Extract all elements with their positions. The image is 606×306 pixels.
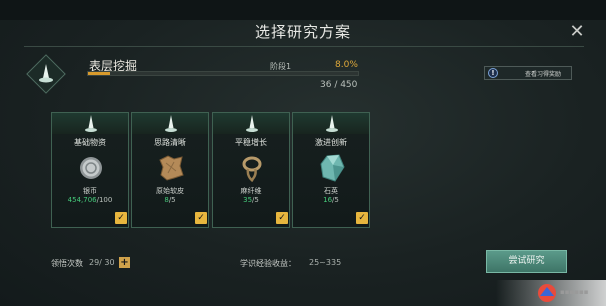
option-card-clear-thinking[interactable]: 思路清晰 原始软皮 8/5 ✓ — [131, 112, 209, 228]
card-item-required: /5 — [252, 196, 259, 204]
exp-reward-label: 学识经验收益： — [240, 259, 296, 268]
option-card-steady-growth[interactable]: 平稳增长 麻纤维 35/5 ✓ — [212, 112, 290, 228]
add-attempts-button[interactable]: + — [119, 257, 130, 268]
card-item-current: 454,706 — [67, 196, 97, 204]
hemp-fiber-icon — [242, 156, 262, 183]
card-label: 思路清晰 — [154, 138, 186, 147]
card-checkbox[interactable]: ✓ — [276, 212, 288, 224]
research-beacon-icon — [165, 115, 177, 132]
card-item-current: 16 — [323, 196, 333, 204]
card-item-name: 原始软皮 — [156, 187, 184, 195]
research-beacon-icon — [246, 115, 258, 132]
card-item-name: 银币 — [83, 187, 97, 195]
research-beacon-icon — [39, 64, 53, 83]
research-beacon-icon — [326, 115, 338, 132]
plan-progress-fill — [88, 72, 110, 75]
option-card-basic-materials[interactable]: 基础物资 银币 454,706/100 ✓ — [51, 112, 129, 228]
card-item-required: /5 — [168, 196, 176, 204]
card-label: 平稳增长 — [235, 138, 267, 147]
card-label: 激进创新 — [315, 138, 347, 147]
attempts-label: 领悟次数 — [51, 259, 83, 268]
research-beacon-icon — [85, 115, 97, 132]
option-card-radical-innovation[interactable]: 激进创新 石英 16/5 ✓ — [292, 112, 370, 228]
card-item-required: /5 — [332, 196, 339, 204]
card-item-name: 麻纤维 — [240, 187, 262, 195]
page-title: 选择研究方案 — [254, 23, 351, 41]
card-checkbox[interactable]: ✓ — [195, 212, 207, 224]
card-item-name: 石英 — [324, 187, 338, 195]
top-bar — [0, 0, 606, 20]
plan-progress-bar — [87, 71, 359, 76]
silver-coin-icon — [80, 157, 102, 179]
view-rewards-label: 查看习得奖励 — [525, 71, 562, 78]
watermark-text: ▪▪▪▪▪▪ — [560, 288, 589, 296]
raw-leather-icon — [159, 155, 184, 181]
try-research-button[interactable]: 尝试研究 — [486, 250, 567, 273]
close-icon[interactable]: ✕ — [567, 22, 587, 42]
quartz-icon — [320, 154, 345, 182]
card-checkbox[interactable]: ✓ — [356, 212, 368, 224]
attempts-value: 29/ 30 — [89, 258, 115, 267]
card-item-count: 454,706/100 — [52, 196, 128, 204]
card-item-count: 8/5 — [132, 196, 208, 204]
card-item-count: 35/5 — [213, 196, 289, 204]
card-checkbox[interactable]: ✓ — [115, 212, 127, 224]
card-item-count: 16/5 — [293, 196, 369, 204]
plan-progress-count: 36 / 450 — [320, 80, 358, 90]
view-rewards-button[interactable]: ! 查看习得奖励 — [484, 66, 572, 80]
card-label: 基础物资 — [74, 138, 106, 147]
stage-percent: 8.0% — [335, 60, 358, 70]
card-item-required: /100 — [96, 196, 113, 204]
header-divider — [24, 46, 584, 47]
exp-reward-value: 25~335 — [309, 258, 342, 267]
watermark: ▪▪▪▪▪▪ — [496, 280, 606, 306]
site-logo-icon — [538, 284, 556, 302]
info-icon: ! — [488, 68, 498, 78]
card-item-current: 35 — [243, 196, 253, 204]
